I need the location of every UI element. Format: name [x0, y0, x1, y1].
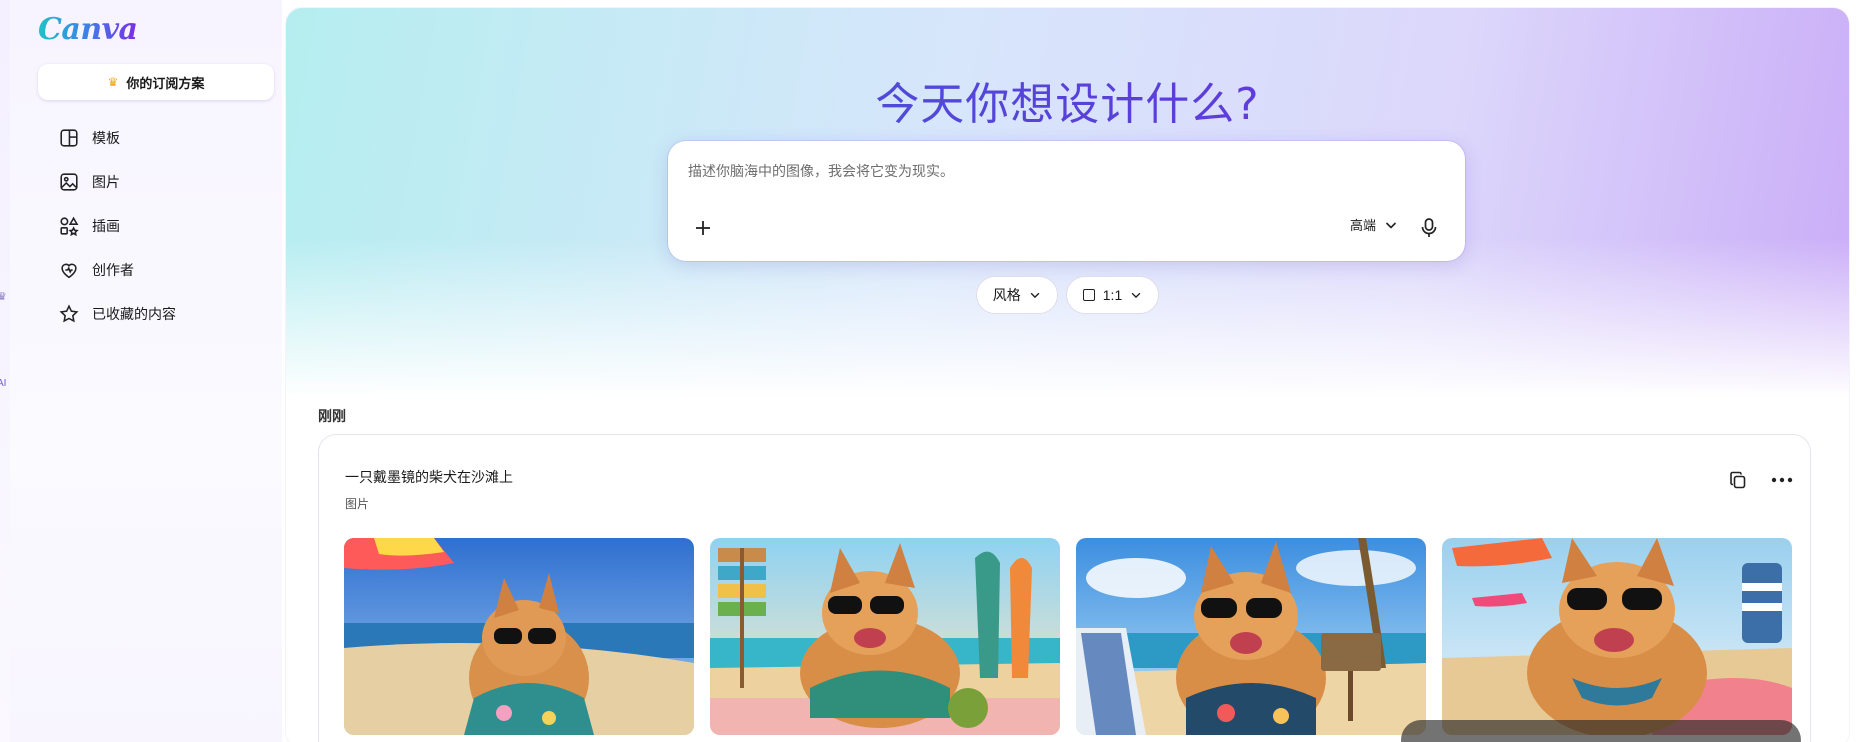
canva-logo[interactable]: Canva	[38, 12, 138, 47]
sidebar-nav: 模板 图片 插画 创作者 已收藏的内容	[58, 116, 258, 336]
plus-icon	[696, 221, 710, 235]
shiba-beach-image	[1076, 538, 1426, 735]
generated-image-2[interactable]	[710, 538, 1060, 735]
subscription-plan-label: 你的订阅方案	[126, 75, 205, 91]
copy-icon	[1730, 471, 1746, 489]
crown-icon: ♛	[107, 75, 119, 89]
microphone-icon	[1421, 218, 1437, 237]
sidebar-item-label: 创作者	[92, 262, 134, 278]
subscription-plan-button[interactable]: ♛ 你的订阅方案	[38, 64, 274, 100]
result-card: 一只戴墨镜的柴犬在沙滩上 图片	[318, 434, 1811, 742]
option-chips: 风格 1:1	[286, 276, 1849, 314]
chevron-down-icon	[1030, 292, 1040, 299]
sidebar-item-illustrations[interactable]: 插画	[58, 204, 258, 248]
shiba-beach-image	[1442, 538, 1792, 735]
shiba-beach-image	[710, 538, 1060, 735]
sidebar-item-images[interactable]: 图片	[58, 160, 258, 204]
shapes-icon	[60, 216, 79, 237]
star-icon	[59, 304, 79, 323]
generated-image-3[interactable]	[1076, 538, 1426, 735]
style-label: 风格	[992, 287, 1021, 303]
more-options-button[interactable]	[1767, 465, 1797, 495]
prompt-input[interactable]	[688, 163, 1428, 179]
prompt-box: 高端	[668, 141, 1465, 261]
sidebar-item-label: 插画	[92, 218, 120, 234]
square-ratio-icon	[1082, 289, 1095, 301]
sidebar-item-label: 图片	[92, 174, 120, 190]
generated-image-4[interactable]	[1442, 538, 1792, 735]
microphone-button[interactable]	[1414, 213, 1444, 243]
quality-label: 高端	[1350, 218, 1377, 233]
main-panel: 今天你想设计什么? 高端 风格 1:1 刚刚 一只戴墨镜的柴犬在沙滩上 图片	[286, 8, 1849, 742]
generated-image-1[interactable]	[344, 538, 694, 735]
sidebar-item-templates[interactable]: 模板	[58, 116, 258, 160]
template-icon	[60, 129, 78, 147]
sidebar-item-label: 模板	[92, 130, 120, 146]
floating-toolbar[interactable]	[1401, 720, 1801, 742]
copy-prompt-button[interactable]	[1723, 465, 1753, 495]
result-type-label: 图片	[345, 497, 370, 511]
rail-crown-icon[interactable]: ♛	[0, 290, 7, 303]
sidebar-item-creators[interactable]: 创作者	[58, 248, 258, 292]
aspect-ratio-dropdown[interactable]: 1:1	[1065, 276, 1160, 314]
result-prompt-title: 一只戴墨镜的柴犬在沙滩上	[345, 469, 513, 485]
sidebar-item-saved[interactable]: 已收藏的内容	[58, 292, 258, 336]
sidebar: Canva ♛ 你的订阅方案 模板 图片 插画 创作者 已收藏的内容	[10, 0, 282, 742]
chevron-down-icon	[1131, 292, 1141, 299]
recent-section-label: 刚刚	[318, 408, 346, 424]
image-icon	[60, 173, 78, 191]
left-rail: ▎ ♛ AI	[0, 0, 10, 742]
aspect-ratio-label: 1:1	[1102, 287, 1123, 303]
shiba-beach-image	[344, 538, 694, 735]
quality-dropdown[interactable]: 高端	[1350, 215, 1398, 234]
chevron-down-icon	[1385, 221, 1397, 229]
page-title: 今天你想设计什么?	[286, 68, 1849, 132]
heart-icon	[61, 263, 77, 279]
sidebar-item-label: 已收藏的内容	[92, 306, 176, 322]
rail-ai-label[interactable]: AI	[0, 378, 6, 389]
add-button[interactable]	[688, 213, 718, 243]
style-dropdown[interactable]: 风格	[975, 276, 1058, 314]
more-horizontal-icon	[1771, 477, 1793, 483]
result-image-grid	[344, 538, 1792, 735]
rail-indicator[interactable]: ▎	[0, 66, 5, 79]
